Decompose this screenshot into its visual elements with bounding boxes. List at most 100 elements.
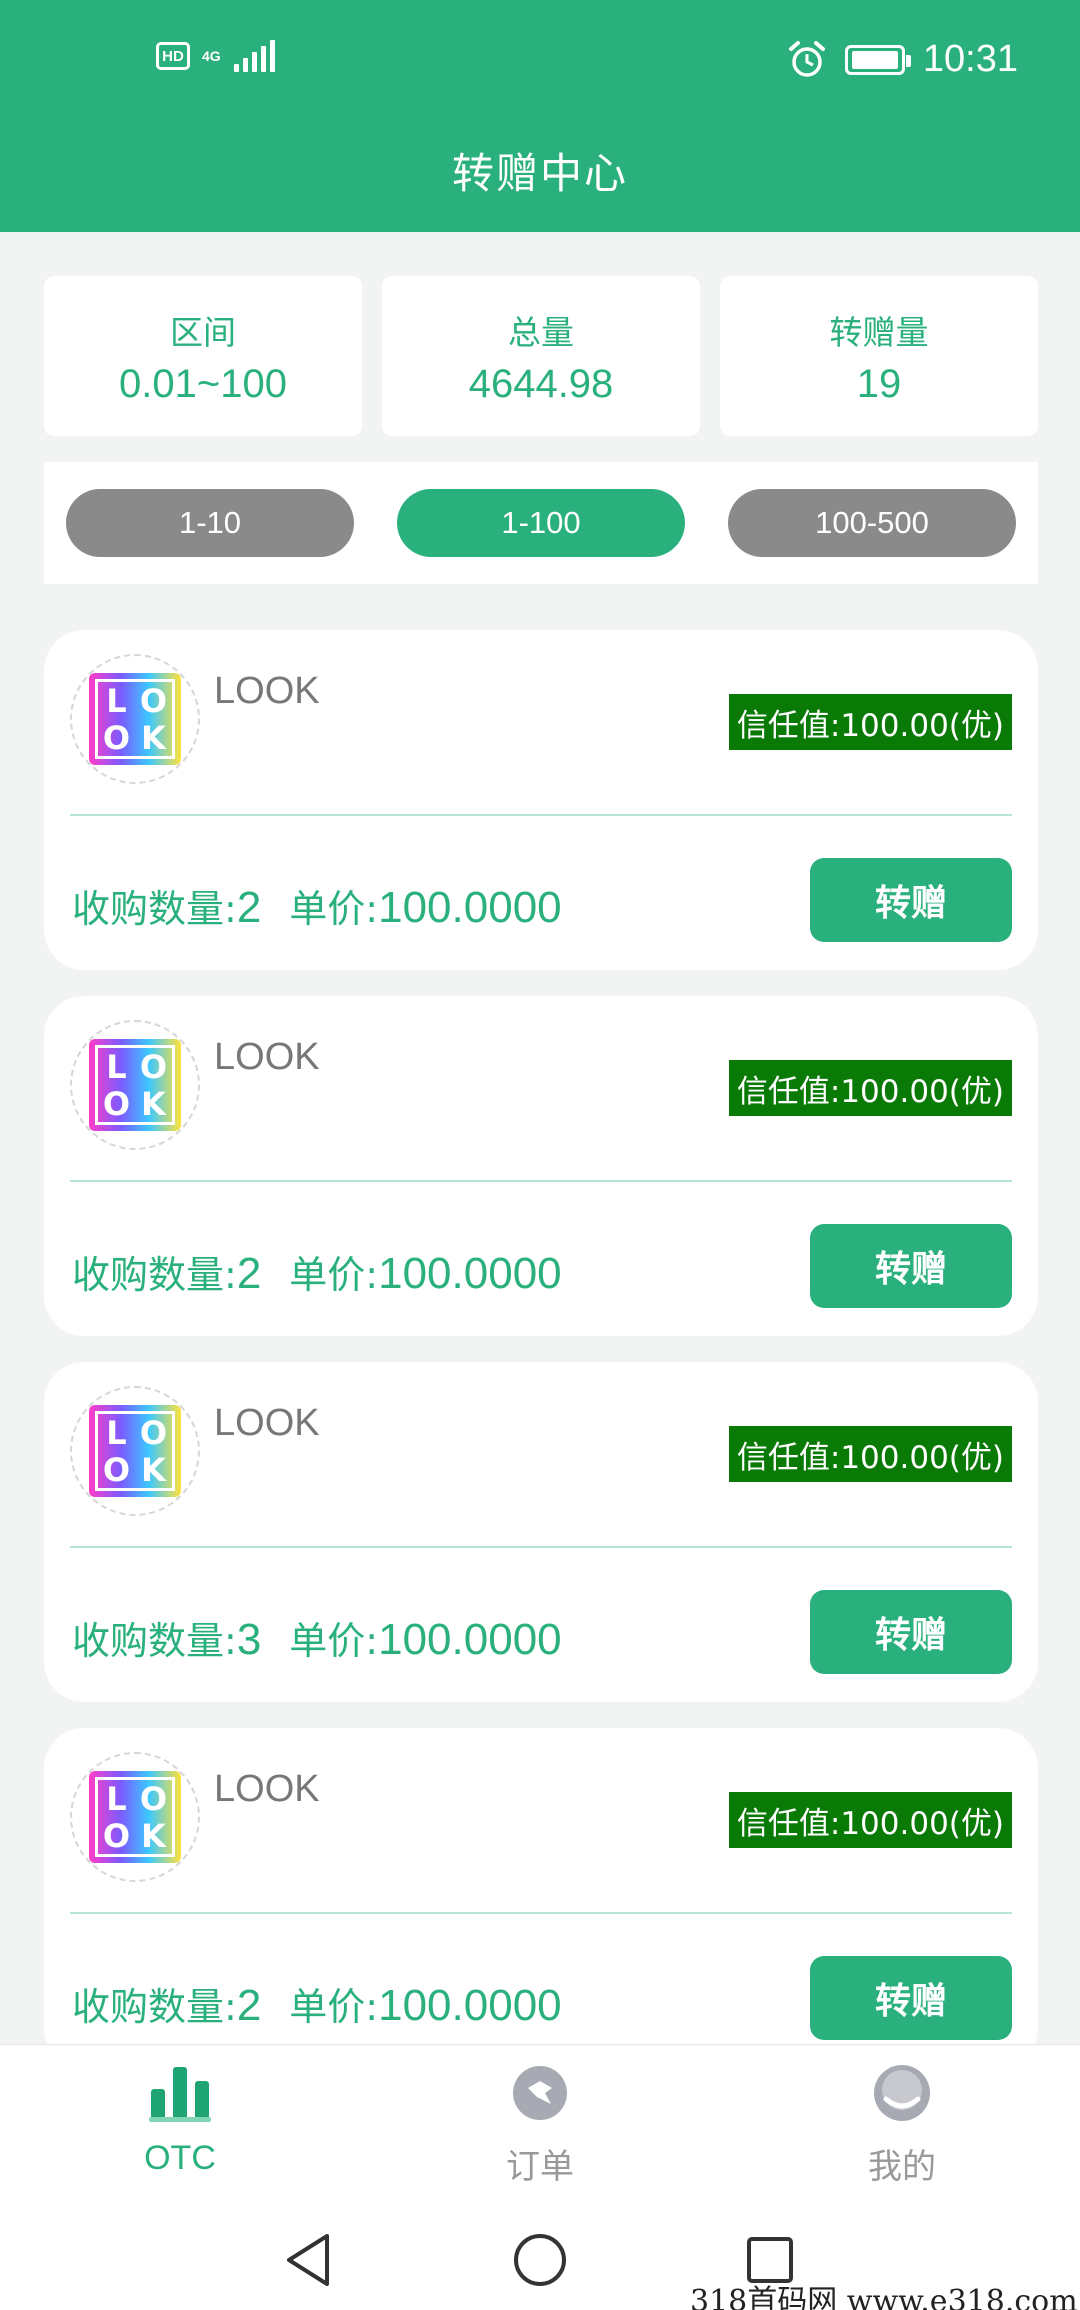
logo-letter: O — [139, 681, 168, 720]
nav-label: OTC — [144, 2139, 216, 2177]
logo-letter: L — [106, 1779, 127, 1818]
gift-button[interactable]: 转赠 — [810, 1956, 1012, 2040]
price-value: 100.0000 — [378, 883, 562, 932]
divider — [70, 814, 1012, 816]
logo-letter: K — [141, 1084, 166, 1123]
stat-card-range: 区间 0.01~100 — [44, 276, 362, 436]
hd-icon: HD — [156, 42, 190, 70]
logo-letter: O — [139, 1779, 168, 1818]
price-label: 单价: — [289, 1253, 379, 1297]
qty-value: 2 — [236, 883, 262, 932]
stat-label: 总量 — [508, 312, 574, 352]
offer-card: L O O K LOOK 信任值:100.00(优) 收购数量: 2 单价: 1… — [44, 630, 1038, 970]
nav-label: 我的 — [868, 2147, 936, 2187]
logo-letter: L — [106, 1047, 127, 1086]
stat-card-total: 总量 4644.98 — [382, 276, 700, 436]
profile-icon — [870, 2061, 934, 2125]
stats-row: 区间 0.01~100 总量 4644.98 转赠量 19 — [44, 276, 1038, 436]
price-label: 单价: — [289, 1619, 379, 1663]
range-tab-100-500[interactable]: 100-500 — [728, 489, 1016, 557]
qty-value: 3 — [236, 1615, 262, 1664]
trust-badge: 信任值:100.00(优) — [728, 1792, 1012, 1848]
divider — [70, 1912, 1012, 1914]
stat-label: 区间 — [170, 312, 236, 352]
home-icon[interactable] — [510, 2230, 570, 2290]
price-value: 100.0000 — [378, 1615, 562, 1664]
app-header: HD 4G 10:31 转赠中心 — [0, 0, 1080, 232]
stat-label: 转赠量 — [829, 312, 929, 352]
battery-icon — [844, 44, 911, 75]
offer-card: L O O K LOOK 信任值:100.00(优) 收购数量: 2 单价: 1… — [44, 996, 1038, 1336]
gift-button[interactable]: 转赠 — [810, 1224, 1012, 1308]
avatar: L O O K — [70, 1752, 200, 1882]
range-filter: 1-10 1-100 100-500 — [44, 462, 1038, 584]
logo-letter: O — [102, 1084, 131, 1123]
stat-card-gift-count: 转赠量 19 — [720, 276, 1038, 436]
network-type: 4G — [202, 48, 221, 64]
logo-letter: L — [106, 1413, 127, 1452]
bottom-nav: OTC 订单 我的 — [0, 2044, 1080, 2218]
look-logo-icon: L O O K — [89, 1039, 181, 1131]
offer-info: 收购数量: 2 单价: 100.0000 — [72, 1244, 562, 1299]
divider — [70, 1180, 1012, 1182]
price-label: 单价: — [289, 887, 379, 931]
logo-letter: O — [102, 718, 131, 757]
offer-info: 收购数量: 2 单价: 100.0000 — [72, 878, 562, 933]
price-label: 单价: — [289, 1985, 379, 2029]
price-value: 100.0000 — [378, 1981, 562, 2030]
status-left: HD 4G — [156, 40, 275, 72]
signal-icon — [234, 40, 275, 72]
back-icon[interactable] — [278, 2230, 338, 2290]
qty-value: 2 — [236, 1249, 262, 1298]
watermark: 318首码网 www.e318.com — [690, 2284, 1078, 2310]
range-tab-1-10[interactable]: 1-10 — [66, 489, 354, 557]
logo-letter: K — [141, 1816, 166, 1855]
logo-letter: L — [106, 681, 127, 720]
gift-button[interactable]: 转赠 — [810, 858, 1012, 942]
look-logo-icon: L O O K — [89, 1771, 181, 1863]
nav-label: 订单 — [506, 2147, 574, 2187]
bar-chart-icon — [148, 2061, 212, 2125]
offer-info: 收购数量: 3 单价: 100.0000 — [72, 1610, 562, 1665]
status-bar: HD 4G 10:31 — [0, 0, 1080, 120]
logo-letter: K — [141, 718, 166, 757]
page-title: 转赠中心 — [451, 149, 628, 198]
nav-item-otc[interactable]: OTC — [80, 2061, 280, 2178]
offer-name: LOOK — [214, 1768, 320, 1810]
offer-info: 收购数量: 2 单价: 100.0000 — [72, 1976, 562, 2031]
stat-value: 19 — [856, 361, 902, 406]
avatar: L O O K — [70, 654, 200, 784]
gift-button[interactable]: 转赠 — [810, 1590, 1012, 1674]
alarm-icon — [788, 40, 825, 77]
offer-card: L O O K LOOK 信任值:100.00(优) 收购数量: 2 单价: 1… — [44, 1728, 1038, 2068]
trust-badge: 信任值:100.00(优) — [728, 1426, 1012, 1482]
offer-name: LOOK — [214, 1036, 320, 1078]
logo-letter: O — [139, 1413, 168, 1452]
qty-label: 收购数量: — [72, 1985, 237, 2029]
trust-badge: 信任值:100.00(优) — [728, 1060, 1012, 1116]
status-right: 10:31 — [787, 38, 1018, 81]
qty-label: 收购数量: — [72, 887, 237, 931]
order-icon — [508, 2061, 572, 2125]
nav-item-orders[interactable]: 订单 — [440, 2061, 640, 2188]
stat-value: 4644.98 — [468, 361, 614, 406]
qty-value: 2 — [236, 1981, 262, 2030]
avatar: L O O K — [70, 1020, 200, 1150]
trust-badge: 信任值:100.00(优) — [728, 694, 1012, 750]
divider — [70, 1546, 1012, 1548]
qty-label: 收购数量: — [72, 1619, 237, 1663]
logo-letter: K — [141, 1450, 166, 1489]
nav-item-profile[interactable]: 我的 — [802, 2061, 1002, 2188]
logo-letter: O — [102, 1450, 131, 1489]
price-value: 100.0000 — [378, 1249, 562, 1298]
avatar: L O O K — [70, 1386, 200, 1516]
offer-card: L O O K LOOK 信任值:100.00(优) 收购数量: 3 单价: 1… — [44, 1362, 1038, 1702]
stat-value: 0.01~100 — [119, 361, 287, 406]
look-logo-icon: L O O K — [89, 1405, 181, 1497]
range-tab-1-100[interactable]: 1-100 — [397, 489, 685, 557]
logo-letter: O — [102, 1816, 131, 1855]
clock: 10:31 — [922, 38, 1018, 80]
offer-name: LOOK — [214, 670, 320, 712]
offer-name: LOOK — [214, 1402, 320, 1444]
logo-letter: O — [139, 1047, 168, 1086]
